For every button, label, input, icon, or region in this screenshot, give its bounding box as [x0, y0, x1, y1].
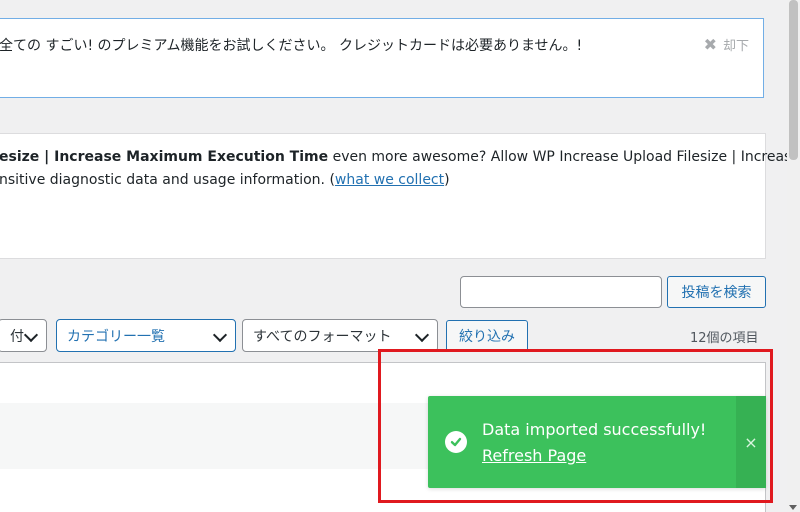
chevron-down-icon	[212, 327, 228, 343]
what-we-collect-link[interactable]: what we collect	[335, 172, 444, 188]
close-icon: ✖	[703, 35, 717, 54]
scrollbar-thumb[interactable]	[789, 0, 798, 160]
dismiss-notice-button[interactable]: ✖ 却下	[704, 35, 749, 54]
category-filter-label: カテゴリー一覧	[67, 328, 165, 345]
format-filter-label: すべてのフォーマット	[253, 328, 392, 345]
optin-line-2: nsitive diagnostic data and usage inform…	[0, 172, 450, 188]
optin-line-1: esize | Increase Maximum Execution Time …	[0, 149, 800, 165]
post-search-input[interactable]	[460, 276, 662, 308]
optin-text-3: )	[444, 172, 450, 188]
category-filter-select[interactable]: カテゴリー一覧	[56, 319, 236, 352]
chevron-down-icon	[23, 327, 39, 343]
plugin-name: esize | Increase Maximum Execution Time	[0, 149, 329, 165]
premium-notice-text: 全ての すごい! のプレミアム機能をお試しください。 クレジットカードは必要あり…	[0, 38, 583, 54]
scroll-down-arrow-icon[interactable]	[789, 505, 797, 510]
item-count: 12個の項目	[690, 331, 759, 346]
optin-text-1: even more awesome? Allow WP Increase Upl…	[328, 149, 800, 165]
optin-text-2: nsitive diagnostic data and usage inform…	[0, 172, 335, 188]
chevron-down-icon	[414, 327, 430, 343]
premium-trial-notice: 全ての すごい! のプレミアム機能をお試しください。 クレジットカードは必要あり…	[0, 18, 764, 98]
search-posts-button[interactable]: 投稿を検索	[667, 276, 766, 308]
vertical-scrollbar[interactable]	[787, 0, 800, 512]
format-filter-select[interactable]: すべてのフォーマット	[242, 319, 438, 352]
filter-button[interactable]: 絞り込み	[446, 320, 528, 352]
date-filter-select[interactable]: 付	[0, 319, 47, 352]
date-filter-label: 付	[10, 328, 24, 345]
dismiss-label: 却下	[722, 39, 749, 54]
highlight-annotation-box	[378, 349, 773, 503]
optin-notice: esize | Increase Maximum Execution Time …	[0, 133, 800, 259]
